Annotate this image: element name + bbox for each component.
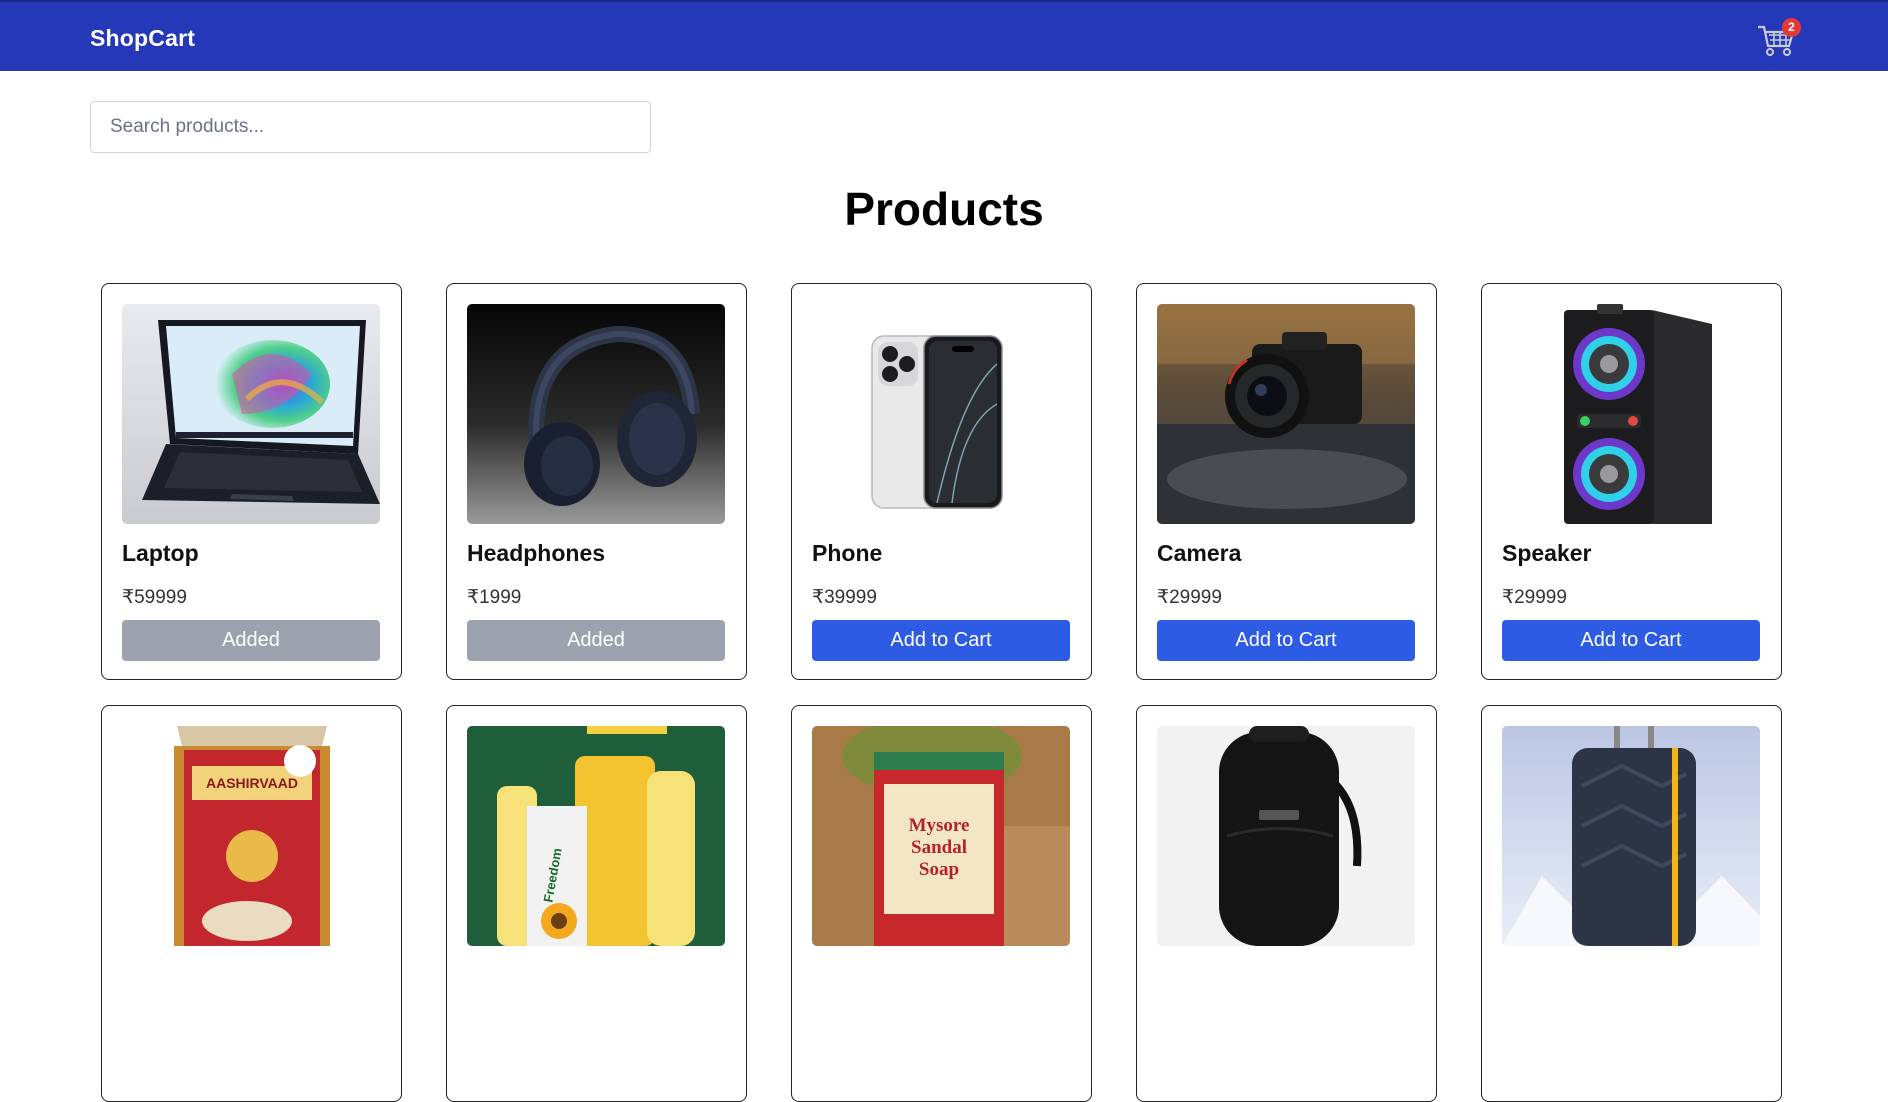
product-card-atta: AASHIRVAAD (101, 705, 402, 1102)
suitcase-image (1502, 726, 1760, 946)
laptop-image (122, 304, 380, 524)
brand-logo[interactable]: ShopCart (90, 25, 195, 52)
headphones-image (467, 304, 725, 524)
cart-count-badge: 2 (1782, 18, 1801, 37)
product-card-laptop: Laptop ₹59999 Added (101, 283, 402, 680)
cart-button[interactable]: 2 (1755, 18, 1801, 62)
sandal-soap-image: Mysore Sandal Soap (812, 726, 1070, 946)
speaker-image (1502, 304, 1760, 524)
add-to-cart-button[interactable]: Add to Cart (812, 620, 1070, 661)
svg-text:Sandal: Sandal (911, 837, 967, 858)
camera-image (1157, 304, 1415, 524)
product-name: Phone (812, 540, 883, 566)
svg-text:Soap: Soap (919, 859, 959, 880)
navbar: ShopCart 2 (0, 0, 1888, 71)
product-card-suitcase (1481, 705, 1782, 1102)
product-card-speaker: Speaker ₹29999 Add to Cart (1481, 283, 1782, 680)
added-button[interactable]: Added (467, 620, 725, 661)
product-card-oil: Freedom (446, 705, 747, 1102)
product-grid: Laptop ₹59999 Added Headphones ₹1999 Add… (101, 283, 1783, 1102)
product-card-backpack (1136, 705, 1437, 1102)
add-to-cart-button[interactable]: Add to Cart (1157, 620, 1415, 661)
add-to-cart-button[interactable]: Add to Cart (1502, 620, 1760, 661)
product-card-headphones: Headphones ₹1999 Added (446, 283, 747, 680)
product-price: ₹29999 (1502, 587, 1567, 608)
product-price: ₹59999 (122, 587, 187, 608)
product-price: ₹39999 (812, 587, 877, 608)
product-card-camera: Camera ₹29999 Add to Cart (1136, 283, 1437, 680)
svg-text:AASHIRVAAD: AASHIRVAAD (206, 775, 298, 791)
product-name: Speaker (1502, 540, 1592, 566)
atta-bag-image: AASHIRVAAD (122, 726, 380, 946)
page-title: Products (844, 183, 1044, 235)
product-price: ₹29999 (1157, 587, 1222, 608)
cooking-oil-image: Freedom (467, 726, 725, 946)
product-card-phone: Phone ₹39999 Add to Cart (791, 283, 1092, 680)
product-price: ₹1999 (467, 587, 522, 608)
backpack-image (1157, 726, 1415, 946)
product-name: Laptop (122, 540, 199, 566)
product-card-soap: Mysore Sandal Soap (791, 705, 1092, 1102)
phone-image (812, 304, 1070, 524)
product-name: Camera (1157, 540, 1242, 566)
search-input[interactable] (90, 101, 651, 153)
product-name: Headphones (467, 540, 606, 566)
svg-text:Mysore: Mysore (909, 815, 970, 836)
added-button[interactable]: Added (122, 620, 380, 661)
